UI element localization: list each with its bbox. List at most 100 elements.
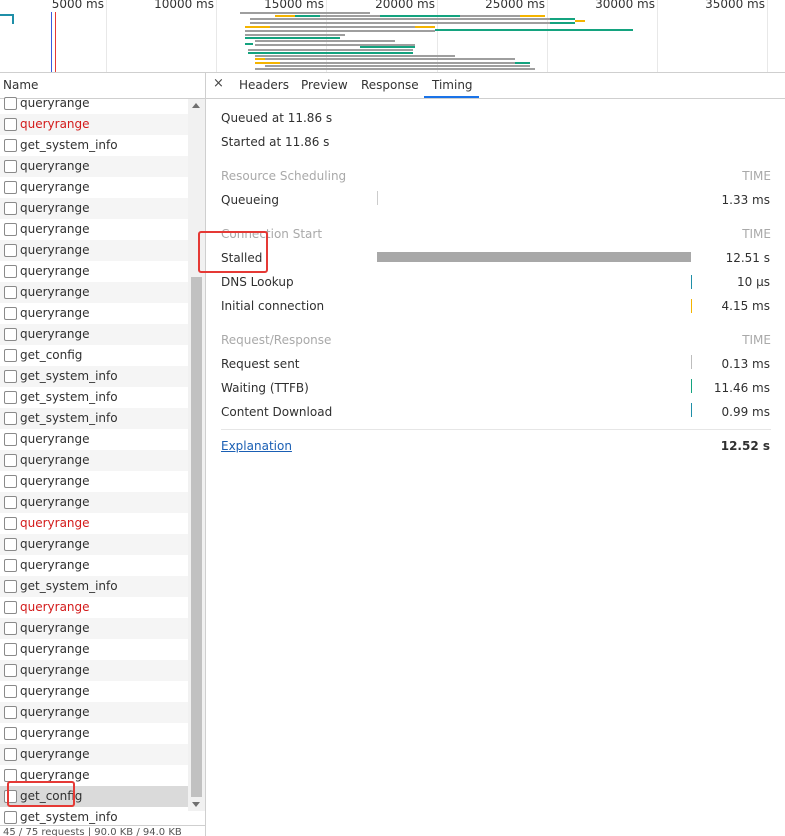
request-row[interactable]: get_system_info (0, 366, 188, 387)
request-row[interactable]: queryrange (0, 744, 188, 765)
request-checkbox[interactable] (4, 181, 17, 194)
request-row[interactable]: get_system_info (0, 135, 188, 156)
request-row[interactable]: queryrange (0, 450, 188, 471)
divider (221, 429, 771, 430)
request-row[interactable]: queryrange (0, 429, 188, 450)
request-checkbox[interactable] (4, 328, 17, 341)
tick-label: 15000 ms (264, 0, 324, 11)
tab-timing[interactable]: Timing (432, 78, 473, 92)
section-title-resource-scheduling: Resource Scheduling (221, 169, 347, 183)
request-checkbox[interactable] (4, 454, 17, 467)
request-row[interactable]: get_system_info (0, 576, 188, 597)
request-row[interactable]: queryrange (0, 702, 188, 723)
scrollbar-thumb[interactable] (191, 277, 202, 797)
request-row[interactable]: queryrange (0, 282, 188, 303)
request-bar (250, 18, 550, 20)
active-tab-indicator (424, 96, 479, 98)
request-checkbox[interactable] (4, 370, 17, 383)
request-checkbox[interactable] (4, 517, 17, 530)
request-bar (240, 12, 370, 14)
request-row[interactable]: queryrange (0, 618, 188, 639)
request-checkbox[interactable] (4, 265, 17, 278)
request-checkbox[interactable] (4, 97, 17, 110)
request-checkbox[interactable] (4, 391, 17, 404)
request-checkbox[interactable] (4, 412, 17, 425)
request-name: queryrange (20, 453, 90, 467)
request-checkbox[interactable] (4, 307, 17, 320)
request-checkbox[interactable] (4, 538, 17, 551)
request-name: queryrange (20, 474, 90, 488)
section-title-request-response: Request/Response (221, 333, 332, 347)
explanation-link[interactable]: Explanation (221, 439, 292, 453)
request-checkbox[interactable] (4, 811, 17, 824)
request-row[interactable]: queryrange (0, 324, 188, 345)
tick-label: 35000 ms (705, 0, 765, 11)
timing-label-initial-connection: Initial connection (221, 299, 325, 313)
request-row[interactable]: queryrange (0, 471, 188, 492)
request-bar (248, 49, 413, 51)
request-row[interactable]: get_system_info (0, 408, 188, 429)
request-checkbox[interactable] (4, 706, 17, 719)
request-bar (320, 15, 380, 17)
request-row[interactable]: queryrange (0, 303, 188, 324)
request-checkbox[interactable] (4, 664, 17, 677)
tab-headers[interactable]: Headers (239, 78, 289, 92)
request-checkbox[interactable] (4, 244, 17, 257)
request-checkbox[interactable] (4, 160, 17, 173)
request-bar (12, 14, 14, 24)
tab-preview[interactable]: Preview (301, 78, 348, 92)
request-checkbox[interactable] (4, 139, 17, 152)
request-bar (265, 65, 530, 67)
request-row[interactable]: queryrange (0, 219, 188, 240)
request-checkbox[interactable] (4, 118, 17, 131)
request-checkbox[interactable] (4, 496, 17, 509)
request-row[interactable]: queryrange (0, 114, 188, 135)
request-checkbox[interactable] (4, 727, 17, 740)
request-checkbox[interactable] (4, 748, 17, 761)
request-checkbox[interactable] (4, 685, 17, 698)
request-checkbox[interactable] (4, 349, 17, 362)
request-checkbox[interactable] (4, 202, 17, 215)
request-checkbox[interactable] (4, 601, 17, 614)
request-row[interactable]: get_config (0, 345, 188, 366)
request-list-scrollbar[interactable] (188, 99, 205, 811)
request-checkbox[interactable] (4, 223, 17, 236)
request-row[interactable]: queryrange (0, 492, 188, 513)
request-bar (245, 34, 345, 36)
request-bar (248, 52, 413, 54)
request-checkbox[interactable] (4, 475, 17, 488)
request-checkbox[interactable] (4, 286, 17, 299)
request-name: queryrange (20, 432, 90, 446)
request-row[interactable]: get_system_info (0, 387, 188, 408)
timing-label-waiting-ttfb: Waiting (TTFB) (221, 381, 309, 395)
request-row[interactable]: queryrange (0, 261, 188, 282)
request-name: queryrange (20, 201, 90, 215)
request-row[interactable]: queryrange (0, 555, 188, 576)
request-row[interactable]: queryrange (0, 681, 188, 702)
request-name: queryrange (20, 663, 90, 677)
network-overview-timeline[interactable]: 5000 ms 10000 ms 15000 ms 20000 ms 25000… (0, 0, 785, 73)
request-bar (265, 58, 515, 60)
request-name: get_system_info (20, 369, 118, 383)
request-checkbox[interactable] (4, 433, 17, 446)
request-row[interactable]: queryrange (0, 93, 188, 114)
highlight-box-stalled (198, 231, 268, 273)
request-row[interactable]: queryrange (0, 534, 188, 555)
request-row[interactable]: queryrange (0, 660, 188, 681)
request-row[interactable]: queryrange (0, 513, 188, 534)
request-row[interactable]: queryrange (0, 597, 188, 618)
request-checkbox[interactable] (4, 559, 17, 572)
request-row[interactable]: queryrange (0, 240, 188, 261)
close-icon[interactable]: × (213, 76, 224, 91)
request-checkbox[interactable] (4, 580, 17, 593)
request-row[interactable]: queryrange (0, 177, 188, 198)
request-row[interactable]: queryrange (0, 723, 188, 744)
request-row[interactable]: queryrange (0, 198, 188, 219)
request-row[interactable]: queryrange (0, 156, 188, 177)
request-checkbox[interactable] (4, 643, 17, 656)
scroll-down-arrow-icon[interactable] (192, 802, 200, 807)
scroll-up-arrow-icon[interactable] (192, 103, 200, 108)
request-row[interactable]: queryrange (0, 639, 188, 660)
tab-response[interactable]: Response (361, 78, 419, 92)
request-checkbox[interactable] (4, 622, 17, 635)
